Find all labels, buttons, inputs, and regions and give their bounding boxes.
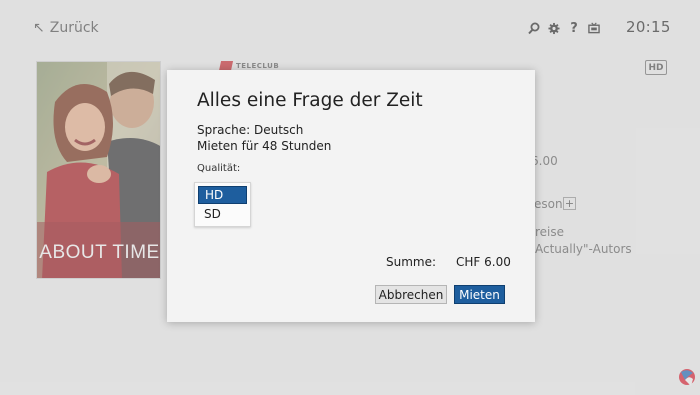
sum-value: CHF 6.00 xyxy=(456,255,511,269)
rental-dialog: Alles eine Frage der Zeit Sprache: Deuts… xyxy=(167,70,535,322)
dialog-title: Alles eine Frage der Zeit xyxy=(197,90,423,111)
cancel-button[interactable]: Abbrechen xyxy=(375,285,447,304)
quality-selector[interactable]: HD SD xyxy=(194,182,251,227)
language-text: Sprache: Deutsch xyxy=(197,123,304,137)
quality-option-sd[interactable]: SD xyxy=(198,205,247,223)
rent-button[interactable]: Mieten xyxy=(454,285,505,304)
rental-period-text: Mieten für 48 Stunden xyxy=(197,139,332,153)
quality-label: Qualität: xyxy=(197,163,241,174)
quality-option-hd[interactable]: HD xyxy=(198,186,247,204)
sum-label: Summe: xyxy=(386,255,437,269)
